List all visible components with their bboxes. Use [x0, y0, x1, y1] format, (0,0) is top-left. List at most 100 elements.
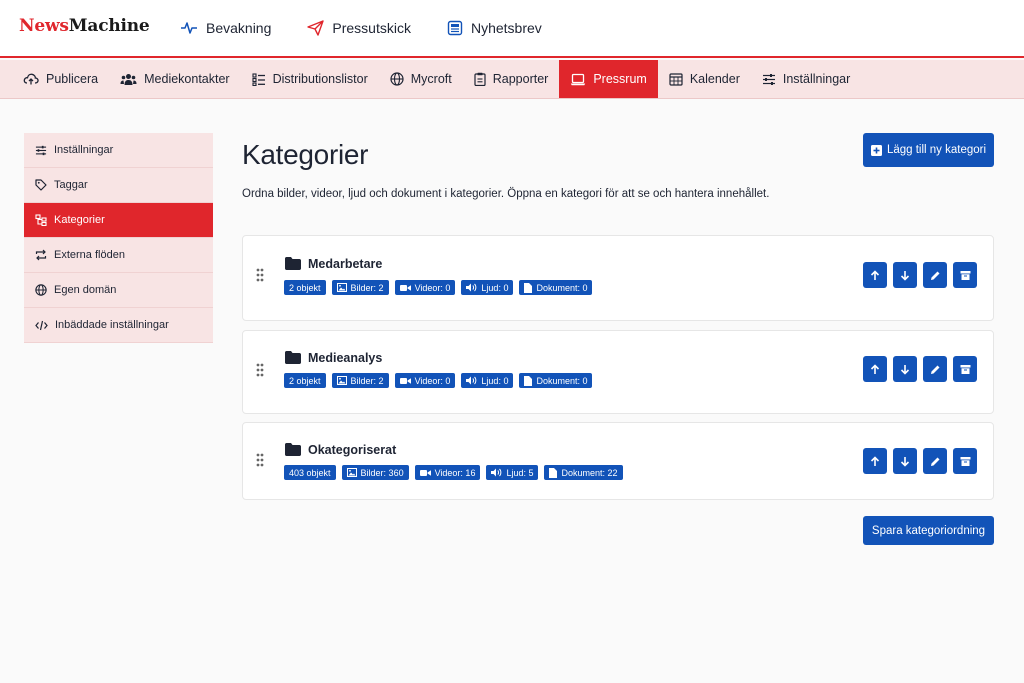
image-icon: [336, 283, 347, 292]
archive-icon: [960, 364, 970, 374]
audio-badge: Ljud: 0: [461, 373, 514, 388]
tag-icon: [35, 179, 47, 191]
top-header: NewsMachine Bevakning Pressutskick Nyhet…: [0, 0, 1024, 58]
document-icon: [524, 282, 533, 293]
delete-button[interactable]: [953, 262, 977, 288]
code-icon: [35, 320, 48, 330]
topnav-item-label: Nyhetsbrev: [470, 20, 542, 36]
volume-icon: [466, 283, 477, 292]
category-actions: [863, 262, 983, 288]
arrow-down-icon: [900, 364, 910, 375]
folder-icon: [285, 257, 301, 270]
sidebar-item-installningar[interactable]: Inställningar: [24, 133, 213, 168]
documents-count: Dokument: 22: [561, 467, 618, 478]
audio-count: Ljud: 0: [481, 282, 509, 293]
topnav-item-nyhetsbrev[interactable]: Nyhetsbrev: [447, 20, 542, 36]
subnav-item-label: Distributionslistor: [272, 72, 368, 86]
documents-badge: Dokument: 22: [544, 465, 623, 480]
move-up-button[interactable]: [863, 262, 887, 288]
subnav-item-pressrum[interactable]: Pressrum: [559, 60, 658, 98]
objects-count: 403 objekt: [289, 467, 331, 478]
sidebar-item-externa-floden[interactable]: Externa flöden: [24, 238, 213, 273]
audio-count: Ljud: 0: [481, 375, 509, 386]
topnav-item-label: Bevakning: [206, 20, 272, 36]
video-camera-icon: [399, 377, 411, 384]
category-stats: 403 objekt Bilder: 360 Videor: 16 Ljud: …: [284, 465, 629, 480]
add-category-label: Lägg till ny kategori: [886, 144, 987, 156]
objects-badge: 2 objekt: [284, 280, 326, 295]
subnav-item-mycroft[interactable]: Mycroft: [379, 60, 463, 98]
video-camera-icon: [419, 469, 431, 476]
archive-icon: [960, 456, 970, 466]
image-icon: [346, 468, 357, 477]
brand-logo-part1: News: [19, 16, 69, 36]
pencil-icon: [930, 457, 939, 466]
audio-badge: Ljud: 0: [461, 280, 514, 295]
move-down-button[interactable]: [893, 356, 917, 382]
objects-badge: 2 objekt: [284, 373, 326, 388]
images-count: Bilder: 360: [360, 467, 404, 478]
subnav-item-mediekontakter[interactable]: Mediekontakter: [109, 60, 240, 98]
drag-handle-icon[interactable]: [256, 268, 264, 282]
delete-button[interactable]: [953, 448, 977, 474]
category-actions: [863, 448, 983, 474]
newsletter-icon: [447, 20, 463, 36]
documents-badge: Dokument: 0: [519, 373, 593, 388]
move-up-button[interactable]: [863, 448, 887, 474]
images-count: Bilder: 2: [350, 375, 384, 386]
delete-button[interactable]: [953, 356, 977, 382]
category-name[interactable]: Medieanalys: [308, 351, 382, 365]
folder-icon: [285, 351, 301, 364]
subnav-item-installningar[interactable]: Inställningar: [751, 60, 861, 98]
image-icon: [336, 376, 347, 385]
add-category-button[interactable]: Lägg till ny kategori: [863, 133, 994, 167]
move-down-button[interactable]: [893, 262, 917, 288]
sidebar-item-label: Kategorier: [54, 214, 105, 226]
videos-badge: Videor: 16: [414, 465, 481, 480]
brand-logo[interactable]: NewsMachine: [19, 16, 150, 36]
arrow-down-icon: [900, 456, 910, 467]
sidebar-item-label: Externa flöden: [54, 249, 125, 261]
subnav-item-kalender[interactable]: Kalender: [658, 60, 751, 98]
sidebar-item-label: Inbäddade inställningar: [55, 319, 169, 331]
users-icon: [120, 73, 137, 85]
category-stats: 2 objekt Bilder: 2 Videor: 0 Ljud: 0 Dok…: [284, 280, 598, 295]
video-camera-icon: [399, 284, 411, 291]
drag-handle-icon[interactable]: [256, 453, 264, 467]
arrow-down-icon: [900, 270, 910, 281]
images-badge: Bilder: 2: [331, 373, 389, 388]
pencil-icon: [930, 271, 939, 280]
save-order-button[interactable]: Spara kategoriordning: [863, 516, 994, 545]
paper-plane-icon: [307, 20, 325, 36]
documents-count: Dokument: 0: [536, 375, 588, 386]
sidebar-item-kategorier[interactable]: Kategorier: [24, 203, 213, 238]
folder-icon: [285, 443, 301, 456]
page-title: Kategorier: [242, 139, 369, 170]
cloud-upload-icon: [23, 73, 39, 85]
subnav-item-publicera[interactable]: Publicera: [12, 60, 109, 98]
edit-button[interactable]: [923, 356, 947, 382]
category-name[interactable]: Medarbetare: [308, 257, 382, 271]
topnav-item-bevakning[interactable]: Bevakning: [180, 20, 271, 36]
section-nav: Publicera Mediekontakter Distributionsli…: [0, 60, 1024, 99]
drag-handle-icon[interactable]: [256, 363, 264, 377]
move-down-button[interactable]: [893, 448, 917, 474]
volume-icon: [466, 376, 477, 385]
move-up-button[interactable]: [863, 356, 887, 382]
category-name[interactable]: Okategoriserat: [308, 443, 396, 457]
sidebar-item-inbaddade-installningar[interactable]: Inbäddade inställningar: [24, 308, 213, 343]
sidebar-item-egen-doman[interactable]: Egen domän: [24, 273, 213, 308]
arrow-up-icon: [870, 269, 880, 280]
objects-count: 2 objekt: [289, 282, 321, 293]
page-description: Ordna bilder, videor, ljud och dokument …: [242, 188, 770, 200]
subnav-item-distributionslistor[interactable]: Distributionslistor: [241, 60, 379, 98]
category-actions: [863, 356, 983, 382]
edit-button[interactable]: [923, 262, 947, 288]
documents-count: Dokument: 0: [536, 282, 588, 293]
topnav-item-pressutskick[interactable]: Pressutskick: [307, 20, 411, 36]
videos-count: Videor: 16: [434, 467, 476, 478]
sidebar-item-taggar[interactable]: Taggar: [24, 168, 213, 203]
edit-button[interactable]: [923, 448, 947, 474]
images-badge: Bilder: 2: [331, 280, 389, 295]
subnav-item-rapporter[interactable]: Rapporter: [463, 60, 560, 98]
